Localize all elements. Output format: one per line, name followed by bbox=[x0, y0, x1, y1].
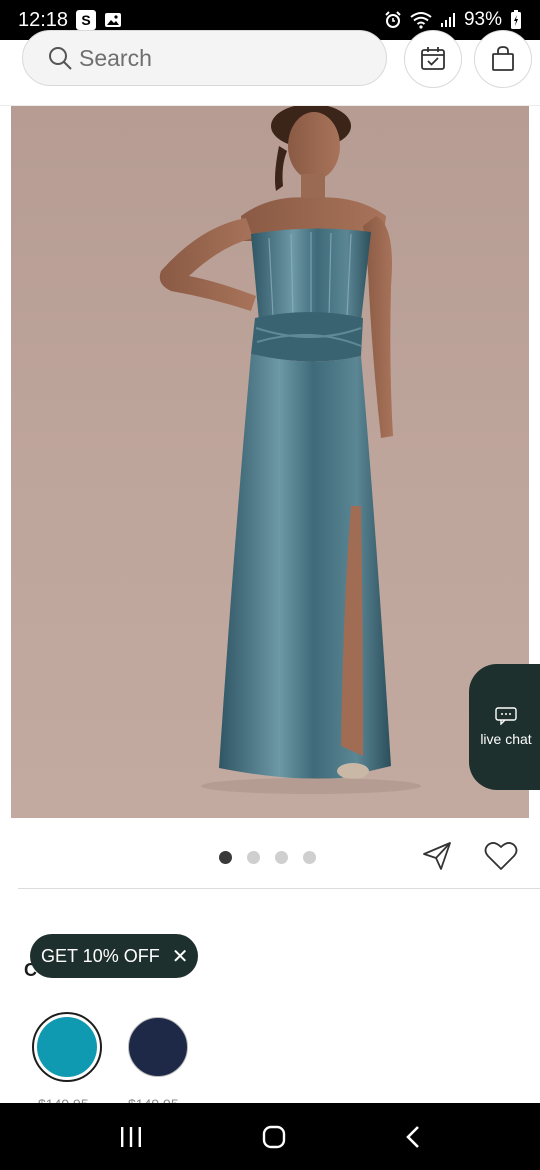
home-icon[interactable] bbox=[262, 1125, 286, 1149]
signal-icon bbox=[440, 12, 456, 28]
swatch-selected-ring[interactable] bbox=[32, 1012, 102, 1082]
carousel-pagination bbox=[219, 851, 316, 864]
search-icon bbox=[47, 45, 73, 71]
app-header: Search bbox=[0, 30, 540, 106]
samsung-s-icon: S bbox=[76, 10, 97, 30]
live-chat-label: live chat bbox=[480, 731, 532, 747]
back-icon[interactable] bbox=[405, 1125, 421, 1149]
gallery-notification-icon bbox=[104, 12, 122, 28]
promo-label: GET 10% OFF bbox=[41, 945, 160, 966]
battery-icon bbox=[510, 10, 522, 30]
carousel-dot-4[interactable] bbox=[303, 851, 316, 864]
carousel-dot-3[interactable] bbox=[275, 851, 288, 864]
dress-model-illustration bbox=[159, 106, 421, 794]
wifi-icon bbox=[410, 11, 432, 29]
calendar-check-icon bbox=[420, 46, 446, 72]
search-placeholder: Search bbox=[79, 44, 152, 71]
favorite-button[interactable] bbox=[484, 840, 518, 877]
shopping-bag-icon bbox=[491, 46, 515, 72]
section-divider bbox=[18, 888, 540, 889]
alarm-icon bbox=[384, 11, 402, 29]
status-time: 12:18 bbox=[18, 8, 69, 31]
heart-icon bbox=[484, 840, 518, 872]
color-swatch-1[interactable] bbox=[37, 1017, 97, 1077]
chat-bubble-icon bbox=[495, 707, 517, 725]
promo-banner[interactable]: GET 10% OFF ✕ bbox=[30, 934, 198, 978]
recents-icon[interactable] bbox=[119, 1126, 143, 1148]
appointment-button[interactable] bbox=[404, 30, 462, 88]
cart-button[interactable] bbox=[474, 30, 532, 88]
product-image[interactable] bbox=[11, 106, 529, 818]
share-button[interactable] bbox=[421, 840, 453, 877]
color-swatch-2[interactable] bbox=[128, 1017, 188, 1077]
carousel-dot-2[interactable] bbox=[247, 851, 260, 864]
system-nav-bar bbox=[0, 1103, 540, 1170]
share-icon bbox=[421, 840, 453, 872]
live-chat-button[interactable]: live chat bbox=[469, 664, 540, 790]
battery-percent: 93% bbox=[463, 9, 502, 30]
close-icon[interactable]: ✕ bbox=[172, 944, 189, 969]
carousel-dot-1[interactable] bbox=[219, 851, 232, 864]
search-input[interactable]: Search bbox=[22, 30, 387, 86]
